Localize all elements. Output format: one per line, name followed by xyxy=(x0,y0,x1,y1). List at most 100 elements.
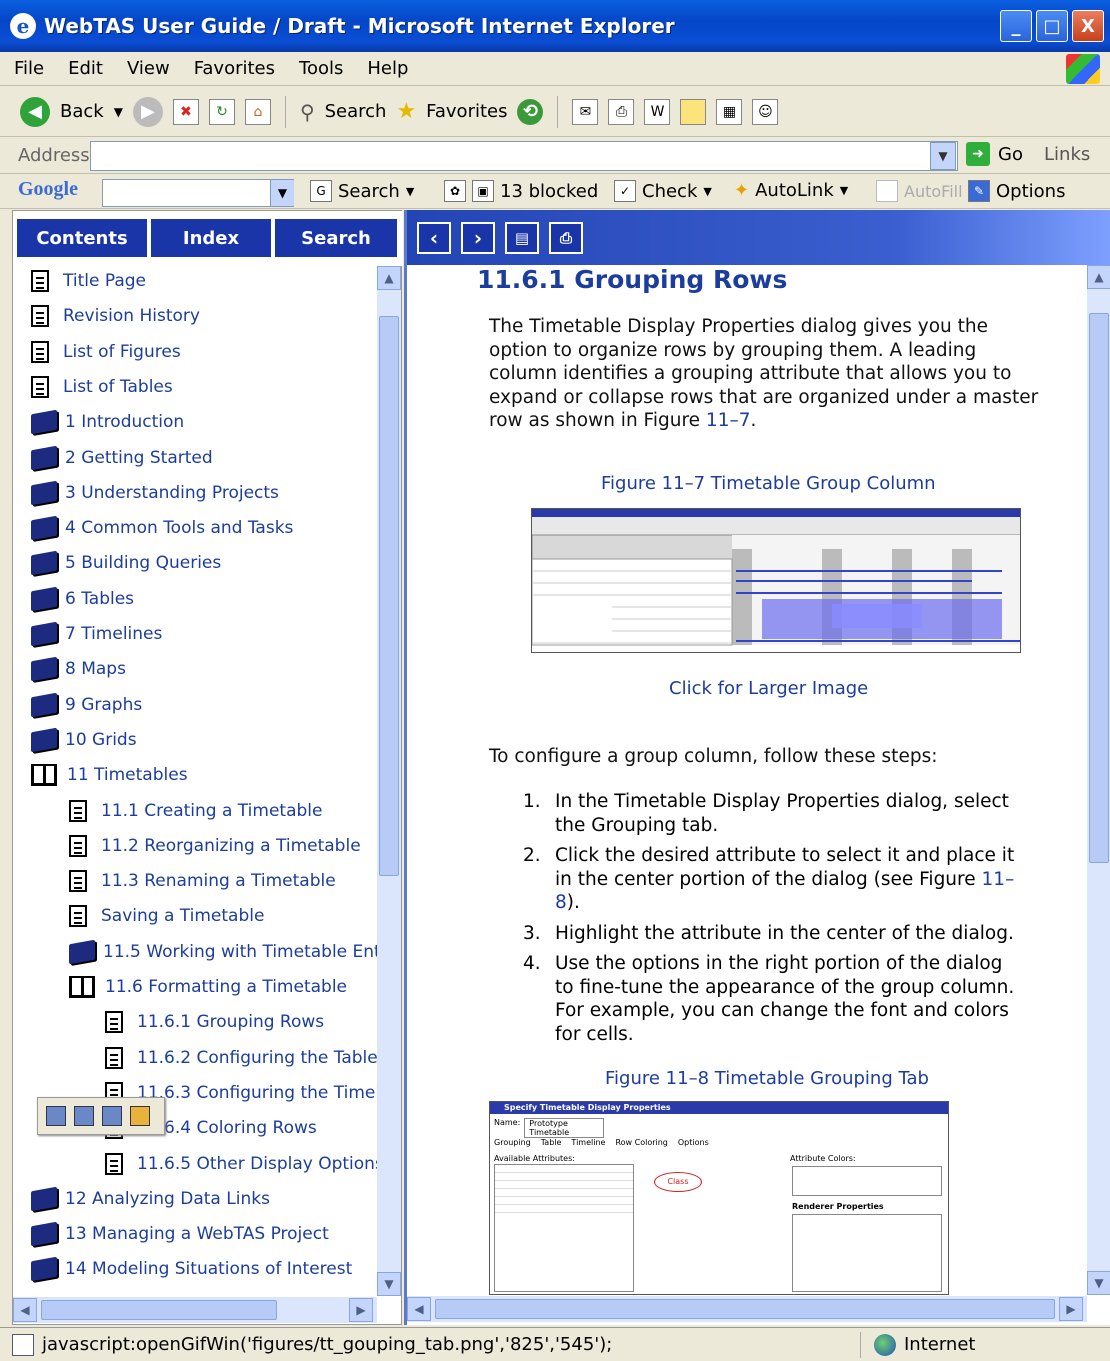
toc-item[interactable]: 6 Tables xyxy=(31,582,134,616)
back-dropdown-icon[interactable]: ▼ xyxy=(114,105,123,119)
toc-item[interactable]: 11.6 Formatting a Timetable xyxy=(69,970,347,1004)
toc-item[interactable]: 11.6.2 Configuring the Table xyxy=(105,1041,377,1075)
autolink-icon[interactable]: ✦ xyxy=(734,180,749,201)
print-image-icon[interactable] xyxy=(74,1106,94,1126)
content-scroll-up-icon[interactable]: ▲ xyxy=(1087,265,1110,289)
toc-item[interactable]: 12 Analyzing Data Links xyxy=(31,1182,270,1216)
scroll-right-icon[interactable]: ▶ xyxy=(349,1298,373,1322)
scroll-up-icon[interactable]: ▲ xyxy=(377,266,401,290)
pagerank-icon[interactable]: ✿ xyxy=(444,180,466,202)
print-topic-icon[interactable]: ⎙ xyxy=(549,222,583,254)
autolink-button[interactable]: AutoLink xyxy=(755,180,834,201)
favorites-star-icon[interactable]: ★ xyxy=(396,99,416,124)
toc-item[interactable]: 13 Managing a WebTAS Project xyxy=(31,1217,329,1251)
figure-link-11-7[interactable]: 11–7 xyxy=(706,410,751,431)
email-image-icon[interactable] xyxy=(102,1106,122,1126)
google-search-icon[interactable]: G xyxy=(310,180,332,202)
google-search-button[interactable]: Search xyxy=(338,181,400,202)
favorites-button[interactable]: Favorites xyxy=(426,101,507,122)
menu-file[interactable]: File xyxy=(14,58,44,79)
research-icon[interactable]: ▦ xyxy=(716,98,743,125)
history-icon[interactable]: ⟲ xyxy=(517,98,544,125)
go-arrow-icon[interactable]: ➜ xyxy=(966,142,990,166)
maximize-button[interactable]: □ xyxy=(1036,10,1068,42)
content-scroll-down-icon[interactable]: ▼ xyxy=(1087,1271,1110,1295)
toc-item[interactable]: 9 Graphs xyxy=(31,688,142,722)
document-icon[interactable]: ▤ xyxy=(505,222,539,254)
save-image-icon[interactable] xyxy=(46,1106,66,1126)
back-arrow-icon[interactable]: ◀ xyxy=(20,96,50,127)
open-folder-icon[interactable] xyxy=(130,1106,150,1126)
toc-item[interactable]: 11 Timetables xyxy=(31,758,188,792)
scroll-left-icon[interactable]: ◀ xyxy=(13,1298,37,1322)
h-scroll-thumb[interactable] xyxy=(41,1300,277,1320)
toc-item[interactable]: 11.6.5 Other Display Options xyxy=(105,1147,377,1181)
close-button[interactable]: X xyxy=(1072,10,1104,42)
toc-item[interactable]: Title Page xyxy=(31,266,146,298)
next-topic-icon[interactable]: › xyxy=(461,222,495,254)
print-icon[interactable]: ⎙ xyxy=(608,98,635,125)
toc-horizontal-scrollbar[interactable]: ◀ ▶ xyxy=(13,1297,377,1323)
toc-vertical-scrollbar[interactable]: ▲ ▼ xyxy=(377,266,401,1296)
check-button[interactable]: Check xyxy=(642,181,697,202)
larger-image-link[interactable]: Click for Larger Image xyxy=(669,678,868,699)
toc-item[interactable]: Saving a Timetable xyxy=(69,899,264,933)
home-icon[interactable]: ⌂ xyxy=(244,98,271,125)
tab-contents[interactable]: Contents xyxy=(17,219,147,257)
tab-search[interactable]: Search xyxy=(275,219,397,257)
stop-icon[interactable]: ✖ xyxy=(172,98,199,125)
content-scroll-left-icon[interactable]: ◀ xyxy=(407,1297,431,1321)
toc-item[interactable]: 11.5 Working with Timetable Entr xyxy=(69,935,377,969)
toc-item[interactable]: 1 Introduction xyxy=(31,405,184,439)
go-button[interactable]: Go xyxy=(998,144,1023,165)
menu-help[interactable]: Help xyxy=(367,58,408,79)
popup-blocker-icon[interactable]: ▣ xyxy=(472,180,494,202)
content-scroll-thumb[interactable] xyxy=(1089,313,1109,863)
options-button[interactable]: Options xyxy=(996,181,1065,202)
menu-edit[interactable]: Edit xyxy=(68,58,103,79)
figure-timetable-grouping-tab[interactable]: Specify Timetable Display Properties Nam… xyxy=(489,1101,949,1295)
toc-item[interactable]: 4 Common Tools and Tasks xyxy=(31,511,293,545)
google-search-input[interactable] xyxy=(102,179,294,207)
menu-view[interactable]: View xyxy=(127,58,170,79)
content-horizontal-scrollbar[interactable]: ◀ ▶ xyxy=(407,1296,1087,1322)
toc-item[interactable]: 7 Timelines xyxy=(31,617,162,651)
note-icon[interactable] xyxy=(680,98,707,125)
address-input[interactable] xyxy=(90,141,958,171)
toc-item[interactable]: 11.2 Reorganizing a Timetable xyxy=(69,829,361,863)
previous-topic-icon[interactable]: ‹ xyxy=(417,222,451,254)
forward-arrow-icon[interactable]: ▶ xyxy=(132,96,163,127)
scroll-down-icon[interactable]: ▼ xyxy=(377,1272,401,1296)
toc-item[interactable]: List of Figures xyxy=(31,335,181,369)
address-dropdown-icon[interactable]: ▼ xyxy=(930,142,956,170)
toc-item[interactable]: 14 Modeling Situations of Interest xyxy=(31,1252,352,1286)
toc-item[interactable]: Revision History xyxy=(31,299,200,333)
google-dropdown-icon[interactable]: ▼ xyxy=(270,180,294,206)
back-button[interactable]: Back xyxy=(60,101,104,122)
scroll-thumb[interactable] xyxy=(379,316,399,876)
toc-item[interactable]: 2 Getting Started xyxy=(31,441,213,475)
toc-item[interactable]: 11.3 Renaming a Timetable xyxy=(69,864,336,898)
toc-item[interactable]: 3 Understanding Projects xyxy=(31,476,279,510)
figure-timetable-group-column[interactable] xyxy=(531,508,1021,653)
toc-item[interactable]: 11.1 Creating a Timetable xyxy=(69,794,322,828)
mail-icon[interactable]: ✉ xyxy=(572,98,599,125)
blocked-count[interactable]: 13 blocked xyxy=(500,181,598,202)
content-scroll-right-icon[interactable]: ▶ xyxy=(1059,1297,1083,1321)
toc-item[interactable]: List of Tables xyxy=(31,370,173,404)
word-icon[interactable]: W xyxy=(644,98,671,125)
refresh-icon[interactable]: ↻ xyxy=(208,98,235,125)
menu-tools[interactable]: Tools xyxy=(299,58,343,79)
links-button[interactable]: Links xyxy=(1044,144,1090,165)
content-vertical-scrollbar[interactable]: ▲ ▼ xyxy=(1087,265,1110,1295)
minimize-button[interactable]: _ xyxy=(1000,10,1032,42)
content-h-scroll-thumb[interactable] xyxy=(435,1299,1055,1319)
tab-index[interactable]: Index xyxy=(151,219,271,257)
search-icon[interactable]: ⚲ xyxy=(300,100,315,124)
google-logo[interactable]: Google xyxy=(18,178,78,201)
search-button[interactable]: Search xyxy=(325,101,387,122)
spellcheck-icon[interactable]: ✓ xyxy=(614,180,636,202)
toc-item[interactable]: 8 Maps xyxy=(31,652,126,686)
toc-item[interactable]: 10 Grids xyxy=(31,723,137,757)
toc-item[interactable]: 11.6.1 Grouping Rows xyxy=(105,1005,324,1039)
